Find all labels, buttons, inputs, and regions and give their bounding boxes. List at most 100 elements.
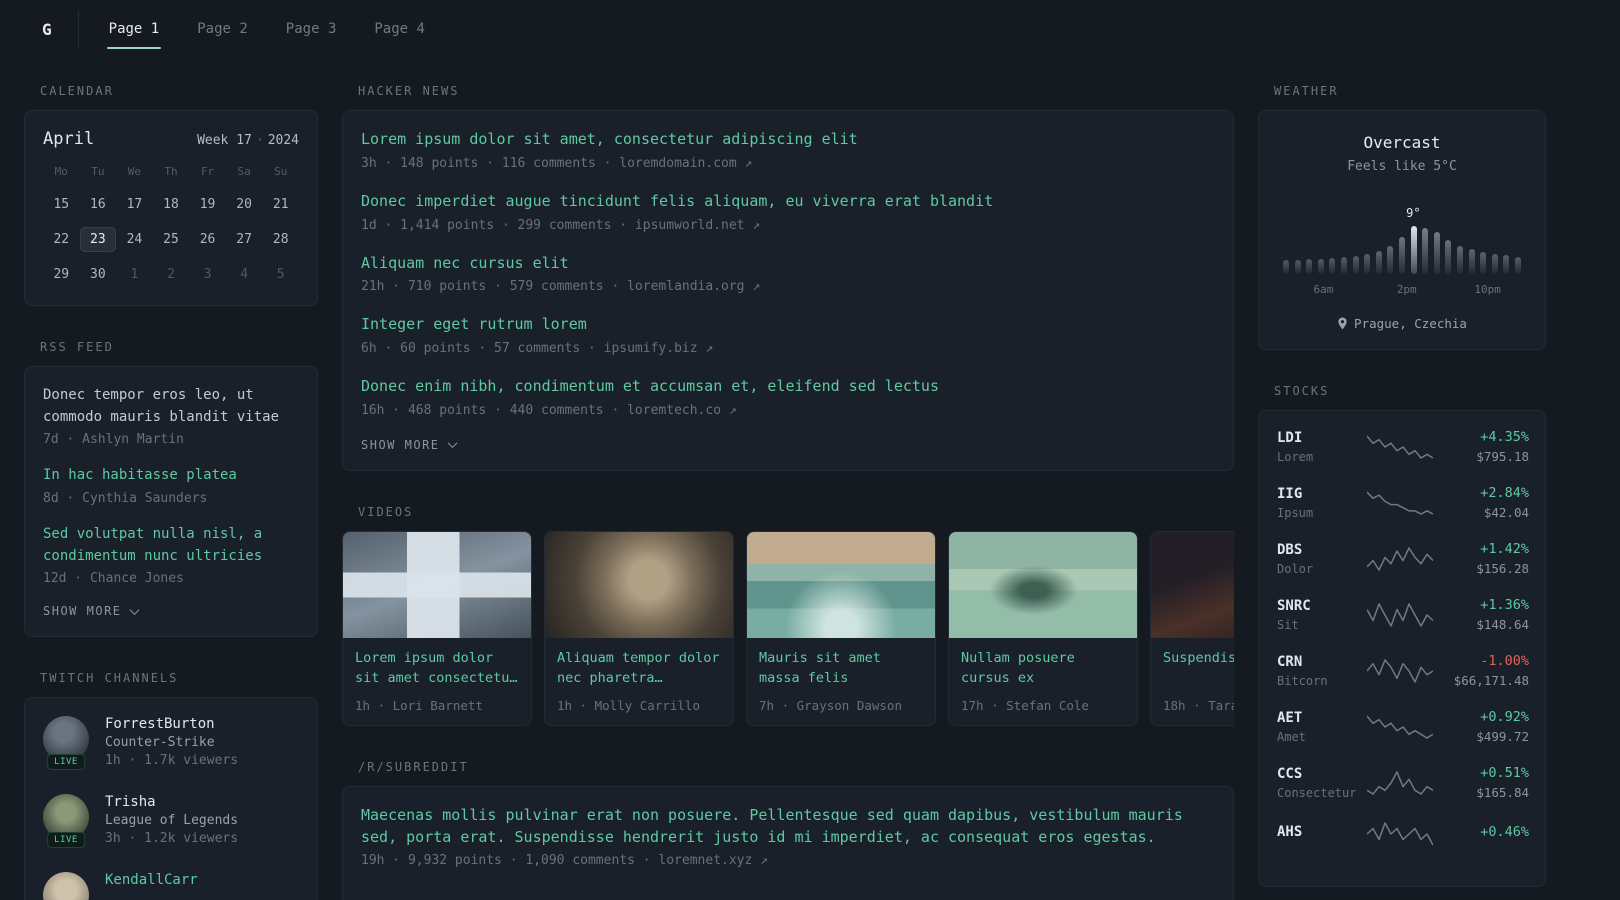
calendar-day: 25	[163, 232, 179, 247]
weather-hour-bar	[1456, 246, 1463, 274]
video-thumbnail[interactable]	[1151, 531, 1234, 638]
app-logo[interactable]: G	[24, 10, 79, 48]
stock-price: $165.84	[1476, 785, 1529, 800]
rss-item-title[interactable]: Sed volutpat nulla nisl, a condimentum n…	[43, 524, 299, 567]
stock-row[interactable]: CCS Consectetur +0.51% $165.84	[1277, 765, 1529, 800]
calendar-day: 18	[163, 197, 179, 212]
stock-ticker: LDI	[1277, 429, 1303, 446]
hn-show-more-button[interactable]: SHOW MORE	[361, 438, 1215, 452]
stock-row[interactable]: CRN Bitcorn -1.00% $66,171.48	[1277, 653, 1529, 688]
weather-hour-bar	[1410, 226, 1417, 274]
video-title[interactable]: Lorem ipsum dolor sit amet consectetu…	[343, 638, 531, 690]
stock-ticker: SNRC	[1277, 597, 1311, 614]
day-header: Fr	[200, 165, 215, 178]
live-badge: LIVE	[47, 754, 85, 771]
stock-ticker: AHS	[1277, 824, 1303, 840]
weather-hour-bar	[1283, 260, 1289, 274]
video-thumbnail[interactable]	[747, 531, 935, 638]
weather-condition: Overcast	[1363, 133, 1441, 152]
hn-item: Integer eget rutrum lorem 6h · 60 points…	[361, 314, 1215, 356]
video-card[interactable]: Mauris sit amet massa felis 7h · Grayson…	[746, 530, 936, 726]
calendar-week: Week 17	[197, 133, 252, 148]
weather-hour-bar	[1445, 240, 1452, 274]
stock-row[interactable]: LDI Lorem +4.35% $795.18	[1277, 429, 1529, 464]
channel-avatar-wrap: LIVE	[43, 716, 89, 771]
tab-page-1[interactable]: Page 1	[106, 15, 162, 49]
hn-item-title[interactable]: Donec imperdiet augue tincidunt felis al…	[361, 191, 1215, 213]
stock-row[interactable]: SNRC Sit +1.36% $148.64	[1277, 597, 1529, 632]
calendar-section-title: CALENDAR	[40, 84, 114, 98]
video-title[interactable]: Mauris sit amet massa felis	[747, 638, 935, 690]
chevron-down-icon	[447, 438, 457, 449]
stock-price: $795.18	[1476, 449, 1529, 464]
tab-page-2[interactable]: Page 2	[195, 15, 250, 43]
video-card[interactable]: Lorem ipsum dolor sit amet consectetu… 1…	[342, 530, 532, 726]
rss-item: Donec tempor eros leo, ut commodo mauris…	[43, 385, 299, 447]
calendar-day-next-month: 4	[240, 267, 249, 282]
hn-item-title[interactable]: Aliquam nec cursus elit	[361, 253, 1215, 275]
videos-section-title: VIDEOS	[358, 504, 414, 519]
calendar-widget: CALENDAR April Week 17 · 2024 Mo Tu We Th …	[24, 84, 318, 306]
weather-hour-bar	[1352, 256, 1359, 274]
stock-row[interactable]: AHS +0.46%	[1277, 821, 1529, 847]
channel-meta: 3h · 1.2k viewers	[105, 831, 239, 847]
stock-change: +0.51%	[1480, 765, 1529, 781]
hn-item-meta: 21h · 710 points · 579 comments · loreml…	[361, 279, 761, 295]
calendar-day: 29	[53, 267, 70, 282]
top-bar: G Page 1 Page 2 Page 3 Page 4	[0, 0, 1620, 58]
calendar-day: 24	[126, 232, 143, 247]
stock-sparkline	[1367, 434, 1433, 460]
calendar-day: 15	[53, 197, 70, 212]
channel-name[interactable]: ForrestBurton	[105, 716, 238, 732]
twitch-widget: TWITCH CHANNELS LIVE ForrestBurton Count…	[24, 671, 318, 900]
stock-row[interactable]: DBS Dolor +1.42% $156.28	[1277, 541, 1529, 576]
rss-widget: RSS FEED Donec tempor eros leo, ut commo…	[24, 340, 318, 638]
video-thumbnail[interactable]	[949, 531, 1137, 638]
calendar-day: 17	[126, 197, 143, 212]
stock-change: +1.42%	[1480, 541, 1529, 557]
stock-price: $156.28	[1476, 561, 1529, 576]
stock-values: +1.36% $148.64	[1441, 597, 1529, 632]
weather-time-axis: 6am 2pm 10pm	[1283, 283, 1521, 298]
rss-show-more-button[interactable]: SHOW MORE	[43, 604, 299, 618]
channel-meta: 1h · 1.7k viewers	[105, 753, 239, 769]
calendar-day-next-month: 2	[167, 267, 175, 282]
calendar-day: 21	[272, 197, 289, 212]
rss-item-title[interactable]: In hac habitasse platea	[43, 465, 299, 487]
stocks-card: LDI Lorem +4.35% $795.18 IIG Ipsum +2.84…	[1258, 410, 1546, 887]
avatar[interactable]	[43, 872, 89, 900]
tab-page-3[interactable]: Page 3	[284, 15, 339, 43]
channel-name[interactable]: KendallCarr	[105, 872, 198, 888]
tab-page-4[interactable]: Page 4	[372, 15, 427, 43]
video-card[interactable]: Suspendisse diam 18h · Tara	[1150, 530, 1234, 726]
time-label: 10pm	[1474, 283, 1501, 296]
video-title[interactable]: Aliquam tempor dolor nec pharetra…	[545, 638, 733, 690]
stock-ticker: AET	[1277, 709, 1303, 726]
weather-hour-bar	[1387, 246, 1394, 274]
hn-item-title[interactable]: Integer eget rutrum lorem	[361, 314, 1215, 336]
video-title[interactable]: Suspendisse diam	[1151, 638, 1234, 690]
channel-name[interactable]: Trisha	[105, 794, 238, 810]
video-card[interactable]: Nullam posuere cursus ex 17h · Stefan Co…	[948, 530, 1138, 726]
hn-item-title[interactable]: Donec enim nibh, condimentum et accumsan…	[361, 376, 1215, 398]
video-title[interactable]: Nullam posuere cursus ex	[949, 638, 1137, 690]
weather-hour-bar	[1317, 259, 1324, 274]
stock-change: +0.46%	[1480, 824, 1529, 840]
weather-bar-chart: 9°	[1283, 204, 1521, 274]
stock-row[interactable]: IIG Ipsum +2.84% $42.04	[1277, 485, 1529, 520]
hn-item-title[interactable]: Lorem ipsum dolor sit amet, consectetur …	[361, 129, 1215, 151]
stock-name: Lorem	[1277, 449, 1314, 464]
rss-item-title[interactable]: Donec tempor eros leo, ut commodo mauris…	[43, 385, 299, 428]
weather-hour-bar	[1306, 259, 1313, 274]
video-card[interactable]: Aliquam tempor dolor nec pharetra… 1h · …	[544, 530, 734, 726]
rss-section-title: RSS FEED	[40, 340, 114, 354]
weather-section-title: WEATHER	[1274, 84, 1339, 98]
stock-row[interactable]: AET Amet +0.92% $499.72	[1277, 709, 1529, 744]
video-thumbnail[interactable]	[545, 531, 733, 638]
video-meta: 1h · Molly Carrillo	[557, 697, 700, 713]
reddit-post-title[interactable]: Maecenas mollis pulvinar erat non posuer…	[361, 805, 1215, 849]
calendar-header: April Week 17 · 2024	[43, 129, 299, 149]
calendar-day-selected: 23	[79, 227, 117, 252]
dashboard-content: CALENDAR April Week 17 · 2024 Mo Tu We Th …	[0, 58, 1620, 900]
video-thumbnail[interactable]	[343, 531, 531, 638]
